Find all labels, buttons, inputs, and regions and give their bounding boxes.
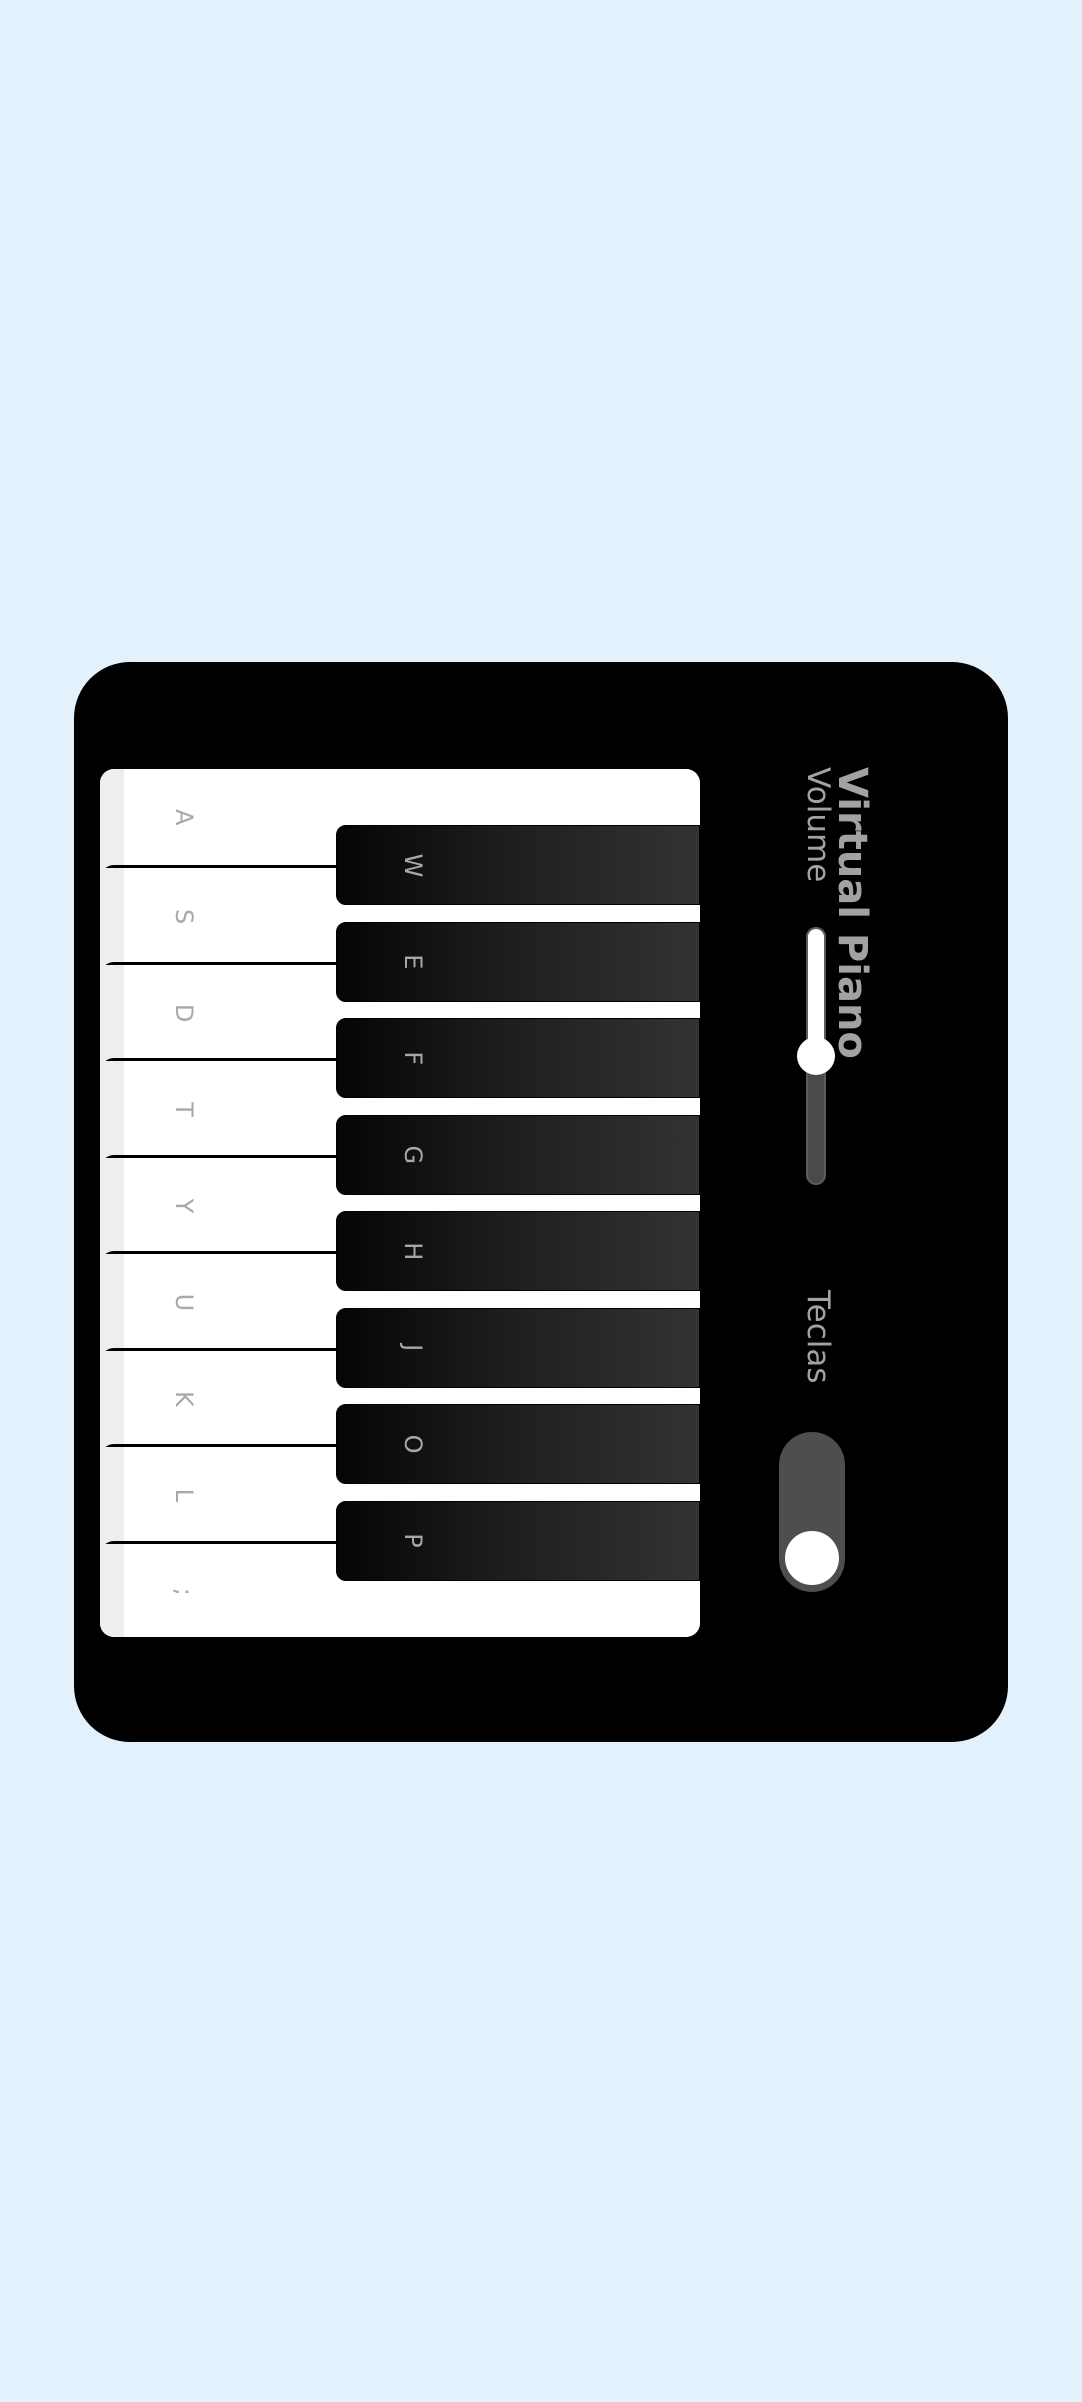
black-key-label: O (399, 1434, 427, 1454)
white-key-label: D (170, 1003, 198, 1023)
white-key-label: A (170, 809, 198, 826)
white-key-label: L (170, 1488, 198, 1503)
piano-keyboard: A S D T Y U K L; W E F G H J O P (100, 769, 700, 1637)
volume-label: Volume (800, 767, 836, 883)
white-key-label: ; (170, 1587, 198, 1596)
black-key[interactable]: O (336, 1404, 700, 1485)
black-key-label: W (399, 853, 427, 878)
piano-rotated-container: Virtual Piano Volume Teclas A S D T Y U K L; W E F… (74, 662, 1008, 1742)
piano-wrapper: Virtual Piano Volume Teclas A S D T Y U K L; W E F… (74, 662, 1008, 1742)
black-key-label: P (399, 1533, 427, 1548)
white-key-label: S (170, 909, 198, 925)
black-key[interactable]: G (336, 1114, 700, 1195)
piano-header: Virtual Piano Volume Teclas (768, 767, 1008, 1637)
black-key-label: F (399, 1051, 427, 1066)
black-key-label: G (399, 1145, 427, 1165)
black-key[interactable]: F (336, 1018, 700, 1099)
keys-label: Teclas (800, 1290, 836, 1384)
black-key[interactable]: E (336, 921, 700, 1002)
white-key-label: K (170, 1391, 198, 1407)
black-key-label: H (399, 1242, 427, 1261)
toggle-knob[interactable] (785, 1531, 839, 1585)
black-key[interactable]: W (336, 825, 700, 906)
black-key[interactable]: J (336, 1307, 700, 1388)
show-keys-toggle[interactable] (779, 1432, 845, 1592)
white-key-label: Y (170, 1198, 198, 1214)
black-key[interactable]: P (336, 1500, 700, 1581)
black-key-label: J (399, 1344, 427, 1352)
volume-slider[interactable] (797, 927, 835, 1185)
black-key[interactable]: H (336, 1211, 700, 1292)
black-key-label: E (399, 954, 427, 970)
volume-slider-thumb[interactable] (797, 1037, 835, 1075)
white-key-label: U (170, 1293, 198, 1312)
white-key-label: T (170, 1102, 198, 1117)
